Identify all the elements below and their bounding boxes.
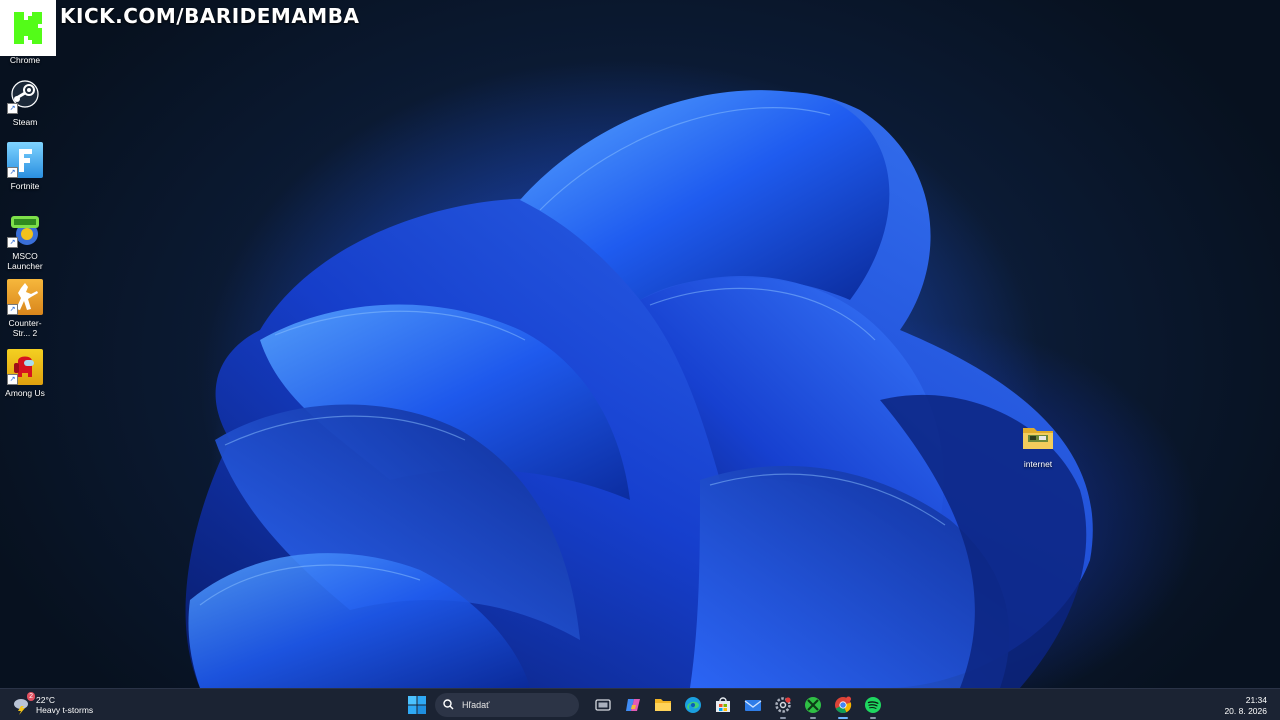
weather-widget[interactable]: 2 22°C Heavy t-storms (12, 692, 94, 717)
file-explorer-button[interactable] (651, 693, 675, 717)
taskbar-search[interactable]: Hľadať (435, 693, 579, 717)
wallpaper-bloom (185, 90, 1093, 688)
edge-button[interactable] (681, 693, 705, 717)
search-placeholder: Hľadať (462, 700, 490, 710)
copilot-button[interactable] (621, 693, 645, 717)
channel-url-text: KICK.COM/BARIDEMAMBA (60, 4, 360, 28)
chrome-button[interactable] (831, 693, 855, 719)
chrome-icon (835, 696, 852, 714)
microsoft-store-button[interactable] (711, 693, 735, 717)
thunderstorm-icon: 2 (12, 692, 35, 715)
mail-button[interactable] (741, 693, 765, 717)
task-view-button[interactable] (591, 693, 615, 717)
xbox-button[interactable] (801, 693, 825, 719)
desktop-icon-steam[interactable]: ↗ Steam (0, 78, 50, 127)
desktop-icon-label: Steam (12, 117, 38, 127)
fortnite-icon: ↗ (7, 142, 43, 178)
desktop-icon-counter-strike[interactable]: ↗ Counter-Str... 2 (0, 279, 50, 338)
desktop-icon-label: Fortnite (10, 181, 40, 191)
active-indicator (838, 717, 848, 719)
taskbar-clock[interactable]: 21:34 20. 8. 2026 (1224, 695, 1267, 717)
start-icon (408, 696, 426, 714)
weather-alert-badge: 2 (27, 692, 35, 701)
edge-icon (685, 697, 701, 713)
active-indicator (870, 717, 876, 719)
xbox-icon (805, 697, 821, 713)
desktop-icon-label: Among Us (5, 388, 45, 398)
desktop-icon-among-us[interactable]: ↗ Among Us (0, 349, 50, 398)
desktop-icon-label: Counter-Str... 2 (8, 318, 42, 338)
steam-icon: ↗ (7, 78, 43, 114)
desktop-icon-fortnite[interactable]: ↗ Fortnite (0, 142, 50, 191)
active-indicator (780, 717, 786, 719)
desktop-icon-internet-folder[interactable]: internet (1013, 420, 1063, 469)
counter-strike-icon: ↗ (7, 279, 43, 315)
desktop-icon-label: Chrome (9, 55, 41, 65)
desktop[interactable]: KICK.COM/BARIDEMAMBA Chrome ↗ Steam ↗ Fo… (0, 0, 1280, 720)
chrome-icon (7, 38, 43, 52)
desktop-icon-label: internet (1023, 459, 1053, 469)
taskbar: 2 22°C Heavy t-storms Hľadať 21:34 20. 8… (0, 688, 1280, 720)
spotify-button[interactable] (861, 693, 885, 719)
spotify-icon (865, 697, 881, 713)
folder-icon (1020, 420, 1056, 456)
desktop-icon-label: MSCO Launcher (7, 251, 43, 271)
search-icon (443, 698, 454, 712)
taskbar-apps: Hľadať (405, 692, 885, 719)
start-button[interactable] (405, 693, 429, 717)
mail-icon (744, 700, 762, 711)
copilot-icon (626, 699, 640, 711)
desktop-icon-msco-launcher[interactable]: ↗ MSCO Launcher (0, 212, 50, 271)
task-view-icon (595, 699, 611, 711)
active-indicator (810, 717, 816, 719)
weather-condition: Heavy t-storms (36, 705, 94, 715)
clock-date: 20. 8. 2026 (1224, 706, 1267, 716)
weather-temperature: 22°C (36, 695, 55, 705)
microsoft-store-icon (716, 697, 730, 712)
file-explorer-icon (655, 699, 671, 711)
among-us-icon: ↗ (7, 349, 43, 385)
settings-icon (775, 697, 791, 713)
settings-button[interactable] (771, 693, 795, 719)
msco-launcher-icon: ↗ (7, 212, 43, 248)
clock-time: 21:34 (1245, 695, 1267, 705)
desktop-icon-chrome[interactable]: Chrome (0, 38, 50, 65)
